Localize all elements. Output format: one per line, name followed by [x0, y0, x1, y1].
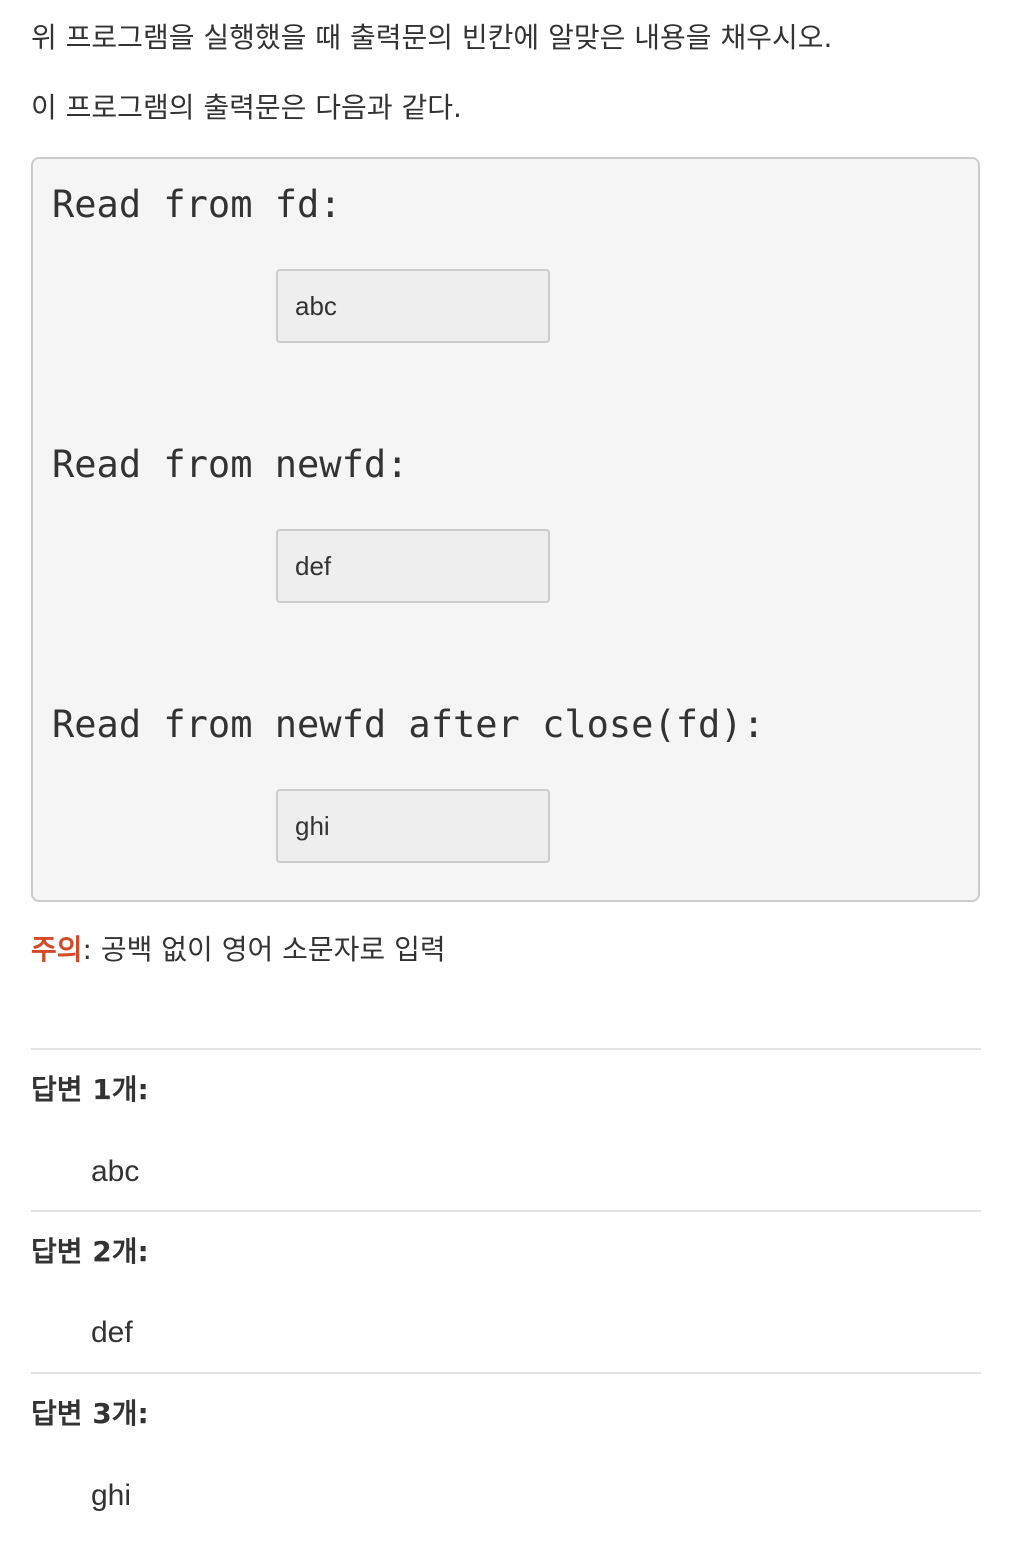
blank-input-1[interactable] [276, 269, 550, 343]
answer-value-3: ghi [91, 1479, 132, 1512]
output-line-newfd: Read from newfd: [52, 443, 409, 486]
answer-label-2: 답변 2개: [31, 1235, 149, 1268]
output-intro: 이 프로그램의 출력문은 다음과 같다. [31, 91, 462, 124]
question-instruction: 위 프로그램을 실행했을 때 출력문의 빈칸에 알맞은 내용을 채우시오. [31, 21, 833, 54]
note-text: : 공백 없이 영어 소문자로 입력 [82, 933, 446, 966]
answer-divider [31, 1210, 981, 1212]
answer-label-3: 답변 3개: [31, 1397, 149, 1430]
blank-input-2[interactable] [276, 529, 550, 603]
blank-input-3[interactable] [276, 789, 550, 863]
output-line-newfd-after-close: Read from newfd after close(fd): [52, 703, 765, 746]
answer-value-2: def [91, 1316, 133, 1349]
answer-divider [31, 1372, 981, 1374]
answer-label-1: 답변 1개: [31, 1073, 149, 1106]
note-label: 주의 [31, 933, 83, 966]
output-line-fd: Read from fd: [52, 183, 342, 226]
answer-divider [31, 1048, 981, 1050]
program-output-box: Read from fd: Read from newfd: Read from… [31, 157, 980, 902]
answer-value-1: abc [91, 1155, 140, 1188]
input-note: 주의: 공백 없이 영어 소문자로 입력 [31, 930, 446, 970]
